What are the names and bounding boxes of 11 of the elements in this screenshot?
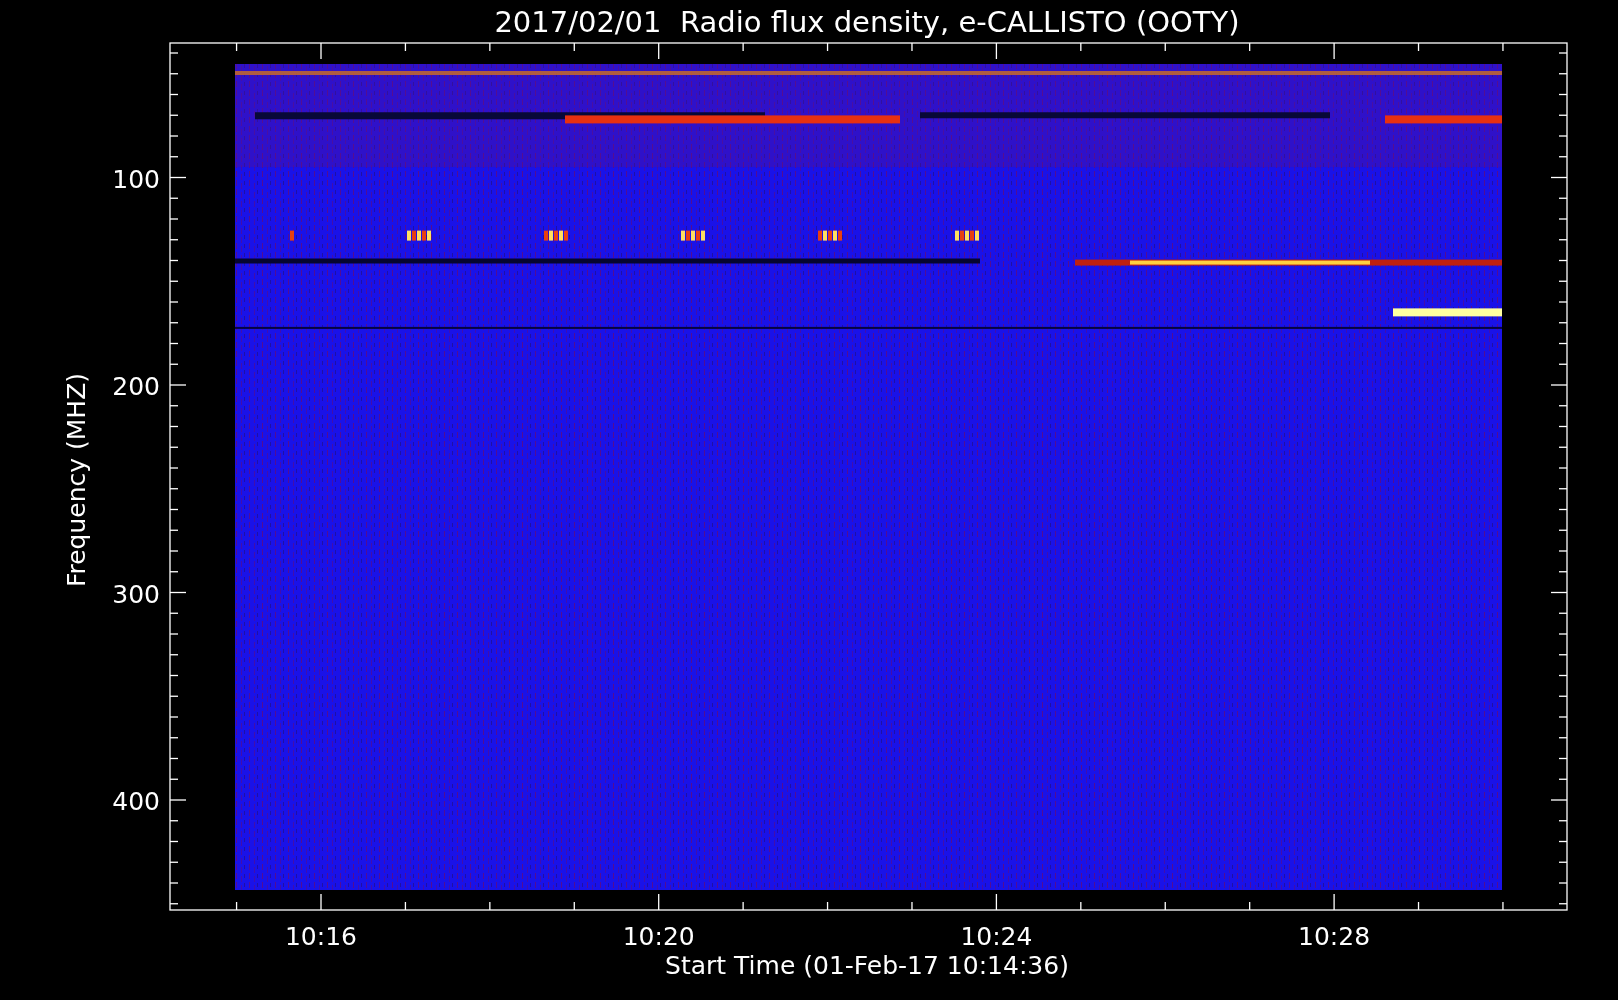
axis-tick-label: 10:28 <box>1298 922 1371 951</box>
axis-title: Start Time (01-Feb-17 10:14:36) <box>665 951 1069 980</box>
axis-tick-label: 10:16 <box>285 922 357 951</box>
axis-tick-label: 400 <box>112 787 160 816</box>
axis-tick-label: 300 <box>112 579 160 609</box>
axis-title: Frequency (MHZ) <box>62 372 91 588</box>
chart-title: 2017/02/01 Radio flux density, e-CALLISTO (OOTY) <box>494 5 1240 39</box>
axis-tick-label: 200 <box>112 372 160 401</box>
axis-tick-label: 10:20 <box>622 922 695 951</box>
axis-tick-label: 100 <box>112 164 160 194</box>
axis-tick-label: 10:24 <box>960 922 1033 951</box>
